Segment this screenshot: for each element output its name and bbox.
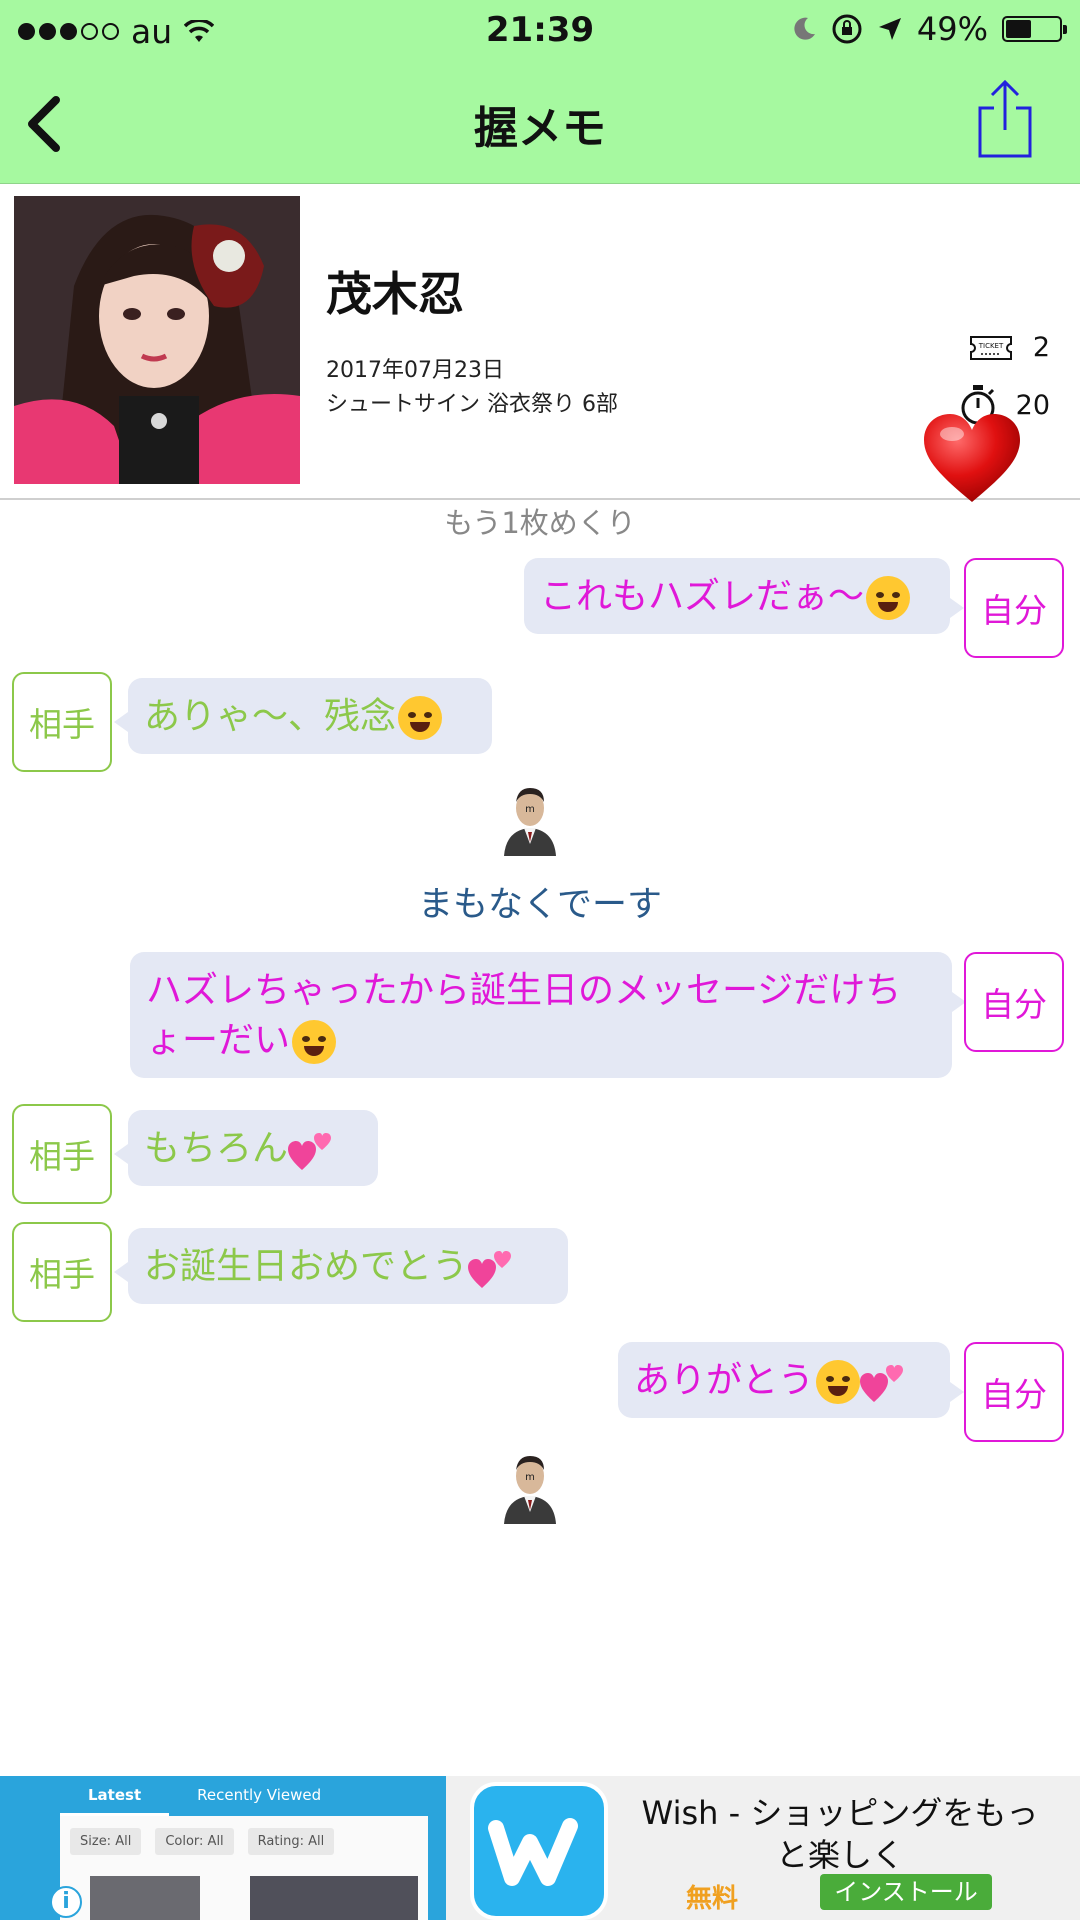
member-photo <box>14 196 300 484</box>
navigation-bar: 握メモ <box>0 60 1080 184</box>
crying-face-icon <box>292 1020 337 1064</box>
location-arrow-icon <box>878 18 901 40</box>
status-bar: au 21:39 49% <box>0 0 1080 60</box>
ticket-count-row: TICKET 2 <box>969 332 1050 363</box>
message-text-line2: ょーだい <box>146 1020 291 1061</box>
message-bubble-other: もちろん <box>128 1110 378 1186</box>
message-bubble-other: お誕生日おめでとう <box>128 1228 568 1304</box>
ad-banner[interactable]: Latest Recently Viewed Size: All Color: … <box>0 1776 1080 1920</box>
info-icon[interactable]: i <box>50 1886 82 1918</box>
ad-filter-size: Size: All <box>70 1828 142 1855</box>
memo-header: 茂木忍 2017年07月23日 シュートサイン 浴衣祭り 6部 TICKET 2… <box>0 184 1080 502</box>
ad-filter-rating: Rating: All <box>247 1828 335 1855</box>
battery-icon <box>1002 16 1067 42</box>
message-bubble-self: これもハズレだぁ〜 <box>524 558 950 634</box>
share-button[interactable] <box>974 78 1036 160</box>
message-bubble-other: ありゃ〜、残念 <box>128 678 492 754</box>
ad-product-photo <box>90 1876 200 1920</box>
speaker-tag-other: 相手 <box>12 672 112 772</box>
message-text: ありがとう <box>634 1360 815 1401</box>
message-text: これもハズレだぁ〜 <box>540 576 865 617</box>
member-name: 茂木忍 <box>326 267 464 321</box>
crying-face-icon <box>816 1360 861 1404</box>
ad-title: Wish - ショッピングをもっと楽しく <box>641 1794 1039 1874</box>
close-icon[interactable]: ✕ <box>4 1886 34 1916</box>
battery-level <box>1006 20 1032 38</box>
message-text-line1: ハズレちゃったから誕生日のメッセージだけち <box>146 970 902 1011</box>
ad-screenshot: Latest Recently Viewed Size: All Color: … <box>0 1776 446 1920</box>
share-icon <box>978 79 1032 158</box>
speaker-tag-other: 相手 <box>12 1104 112 1204</box>
ticket-count: 2 <box>1032 332 1050 363</box>
rotation-lock-icon <box>832 14 862 44</box>
event-name: シュートサイン 浴衣祭り 6部 <box>326 392 618 417</box>
svg-text:m: m <box>525 804 535 815</box>
ticket-icon: TICKET <box>969 335 1012 360</box>
speaker-tag-self: 自分 <box>964 558 1064 658</box>
two-hearts-icon <box>860 1365 904 1402</box>
message-bubble-self: ハズレちゃったから誕生日のメッセージだけち ょーだい <box>130 952 952 1078</box>
speaker-tag-self: 自分 <box>964 1342 1064 1442</box>
wish-app-icon <box>470 1782 608 1920</box>
crying-face-icon <box>866 576 911 620</box>
event-date: 2017年07月23日 <box>326 358 504 383</box>
ad-tab-recent: Recently Viewed <box>197 1786 322 1804</box>
two-hearts-icon <box>288 1133 332 1170</box>
speaker-tag-other: 相手 <box>12 1222 112 1322</box>
moon-icon <box>794 17 815 40</box>
install-button[interactable]: インストール <box>820 1874 992 1910</box>
message-bubble-self: ありがとう <box>618 1342 950 1418</box>
svg-text:m: m <box>525 1472 535 1483</box>
svg-text:TICKET: TICKET <box>978 342 1004 350</box>
announcement-text: まもなくでーす <box>418 885 662 925</box>
battery-percent: 49% <box>916 10 988 48</box>
grinning-sweat-face-icon <box>398 696 443 740</box>
ad-product-photo <box>250 1876 418 1920</box>
heart-icon[interactable] <box>922 412 1022 504</box>
page-title: 握メモ <box>474 103 606 154</box>
message-text: お誕生日おめでとう <box>144 1246 469 1287</box>
message-text: ありゃ〜、残念 <box>144 696 397 737</box>
ad-price: 無料 <box>686 1884 739 1914</box>
message-text: もちろん <box>144 1128 289 1169</box>
two-hearts-icon <box>468 1251 512 1288</box>
butler-icon: m <box>504 788 556 856</box>
reveal-label: もう1枚めくり <box>444 506 636 540</box>
ad-tab-latest: Latest <box>60 1776 170 1816</box>
ad-filter-color: Color: All <box>155 1828 234 1855</box>
butler-icon: m <box>504 1456 556 1524</box>
speaker-tag-self: 自分 <box>964 952 1064 1052</box>
